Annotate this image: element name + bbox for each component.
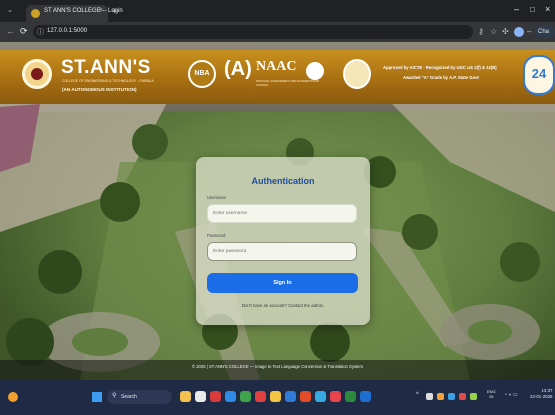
profile-avatar[interactable] <box>514 27 524 37</box>
tray-app-icon[interactable] <box>426 393 433 400</box>
username-input[interactable] <box>207 204 357 223</box>
app-yellow-icon[interactable] <box>270 391 281 402</box>
award-text: Awarded "A" Grade by A.P. State Govt <box>403 75 479 80</box>
search-icon: ⚲ <box>112 393 117 399</box>
url-text[interactable]: 127.0.0.1:5000 <box>47 28 87 34</box>
app-pink-icon[interactable] <box>330 391 341 402</box>
window-close-icon[interactable]: × <box>545 4 550 14</box>
username-label: Username <box>207 195 227 200</box>
chrome-icon[interactable] <box>240 391 251 402</box>
authentication-card: Authentication Username Password Sign In… <box>196 157 370 325</box>
tab-search-icon[interactable]: ⌄ <box>7 6 13 14</box>
authentication-title: Authentication <box>251 176 315 186</box>
app-cyan-icon[interactable] <box>315 391 326 402</box>
naac-subtitle: NATIONAL ASSESSMENT AND ACCREDITATION CO… <box>256 79 319 87</box>
naac-label: NAAC <box>256 59 297 74</box>
nba-logo: NBA <box>188 60 216 88</box>
region-code: IN <box>489 394 494 399</box>
key-icon[interactable]: ⚷ <box>478 27 484 36</box>
app-green-icon[interactable] <box>345 391 356 402</box>
extensions-icon[interactable]: ✣ <box>502 27 509 36</box>
windows-start-icon[interactable] <box>92 392 102 402</box>
wifi-volume-battery-icons[interactable]: ◔ ◖ ▭ <box>504 392 518 398</box>
college-status: (AN AUTONOMOUS INSTITUTION) <box>62 87 137 92</box>
app-orange-icon[interactable] <box>300 391 311 402</box>
page-footer: © 2025 | ST ANN'S COLLEGE — Image to Tex… <box>191 364 363 369</box>
back-arrow-icon[interactable]: ← <box>6 26 15 36</box>
password-label: Password <box>207 233 226 238</box>
tab-close-icon[interactable]: × <box>99 7 103 14</box>
search-label: Search <box>121 394 137 400</box>
college-name: ST.ANN'S <box>61 57 151 78</box>
app-red-icon[interactable] <box>210 391 221 402</box>
language-indicator[interactable]: ENG IN <box>487 389 496 399</box>
college-seal-logo <box>22 59 52 89</box>
app-blue-icon[interactable] <box>225 391 236 402</box>
college-favicon-icon <box>31 9 40 18</box>
browser-toolbar: ← ⟳ ⓘ 127.0.0.1:5000 ⚷ ☆ ✣ – Cha <box>0 22 555 42</box>
app-blue2-icon[interactable] <box>285 391 296 402</box>
sign-in-button[interactable]: Sign In <box>207 273 358 293</box>
new-tab-icon[interactable]: + <box>112 6 117 16</box>
taskbar-clock[interactable]: 13:37 22-01-2026 <box>530 388 552 400</box>
taskbar-search[interactable]: ⚲ Search <box>107 390 172 404</box>
file-explorer-icon[interactable] <box>180 391 191 402</box>
tray-app5-icon[interactable] <box>470 393 477 400</box>
years-badge: 24 <box>523 55 555 95</box>
approval-text: Approved by AICTE · Recognized by UGC u/… <box>383 65 497 70</box>
menu-dash-icon[interactable]: – <box>527 27 531 36</box>
browser-tab-strip: ⌄ ST ANN'S COLLEGE -- Login × + – □ × <box>0 0 555 22</box>
browser-tab-login[interactable]: ST ANN'S COLLEGE -- Login × <box>26 5 123 22</box>
task-view-icon[interactable] <box>195 391 206 402</box>
app-red2-icon[interactable] <box>255 391 266 402</box>
page-viewport: ST.ANN'S COLLEGE OF ENGINEERING & TECHNO… <box>0 42 555 380</box>
bookmark-star-icon[interactable]: ☆ <box>490 27 497 36</box>
contact-admin-note: Don't have an account? Contact the admin… <box>241 303 325 308</box>
tray-app2-icon[interactable] <box>437 393 444 400</box>
chat-button[interactable]: Cha <box>535 26 555 38</box>
college-subtitle: COLLEGE OF ENGINEERING & TECHNOLOGY · CH… <box>62 79 154 83</box>
naac-grade: (A) <box>224 58 252 80</box>
windows-taskbar: ⚲ Search ^ ENG IN ◔ ◖ ▭ 13:37 22-01-2026 <box>0 380 555 415</box>
reload-icon[interactable]: ⟳ <box>20 26 28 37</box>
site-info-icon[interactable]: ⓘ <box>37 27 44 37</box>
clock-date: 22-01-2026 <box>530 394 553 399</box>
window-maximize-icon[interactable]: □ <box>530 5 535 14</box>
naac-emblem-logo <box>306 62 324 80</box>
tray-app3-icon[interactable] <box>448 393 455 400</box>
state-emblem-logo <box>343 59 371 89</box>
tab-title: ST ANN'S COLLEGE -- Login <box>44 8 123 14</box>
vscode-icon[interactable] <box>360 391 371 402</box>
tray-chevron-up-icon[interactable]: ^ <box>416 392 419 398</box>
college-header-banner: ST.ANN'S COLLEGE OF ENGINEERING & TECHNO… <box>0 50 555 104</box>
tray-app4-icon[interactable] <box>459 393 466 400</box>
address-bar[interactable]: ⓘ 127.0.0.1:5000 <box>33 25 473 39</box>
window-minimize-icon[interactable]: – <box>514 4 519 14</box>
password-input[interactable] <box>207 242 357 261</box>
weather-icon[interactable] <box>8 392 18 402</box>
